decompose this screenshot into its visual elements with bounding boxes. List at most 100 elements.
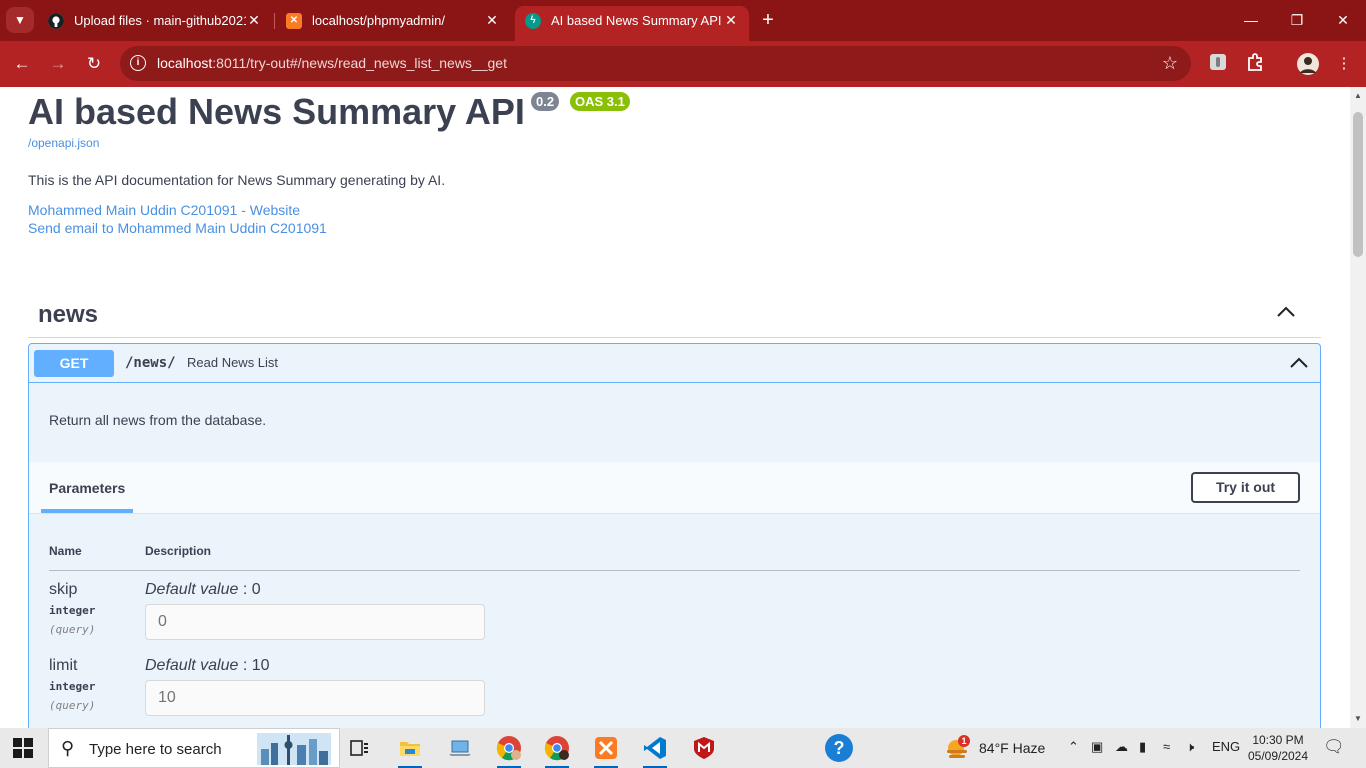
kebab-menu-icon[interactable]: ⋮	[1333, 53, 1355, 75]
tab-github[interactable]: Upload files · main-github2021/ ✕	[38, 6, 272, 35]
limit-input[interactable]	[145, 680, 485, 716]
param-name: skip	[49, 581, 78, 598]
chrome-profile-1-icon[interactable]	[489, 732, 529, 768]
search-icon: ⚲	[61, 738, 75, 758]
param-default: Default value : 10	[145, 657, 270, 674]
forward-arrow-icon[interactable]: →	[46, 52, 70, 76]
tab-title: Upload files · main-github2021/	[74, 13, 246, 28]
operation-description: Return all news from the database.	[49, 412, 267, 428]
bookmark-star-icon[interactable]: ☆	[1162, 53, 1178, 74]
browser-tab-strip: ▼ Upload files · main-github2021/ ✕ ✕ lo…	[0, 0, 1366, 41]
task-view-icon[interactable]	[340, 732, 380, 764]
chevron-down-icon: ▼	[14, 13, 26, 27]
clock-time: 10:30 PM	[1252, 733, 1304, 747]
try-it-out-button[interactable]: Try it out	[1191, 472, 1300, 503]
taskbar-search-box[interactable]: ⚲ Type here to search	[48, 728, 340, 768]
table-divider	[49, 570, 1300, 571]
address-bar[interactable]: i localhost:8011/try-out#/news/read_news…	[120, 46, 1191, 81]
param-type: integer	[49, 604, 96, 617]
param-location: (query)	[49, 699, 96, 712]
extensions-puzzle-icon[interactable]	[1244, 53, 1266, 75]
tab-separator	[274, 13, 275, 29]
restore-icon[interactable]: ❐	[1282, 8, 1312, 32]
new-tab-button[interactable]: +	[758, 8, 778, 32]
profile-avatar[interactable]	[1297, 53, 1319, 75]
version-badge: 0.2	[531, 92, 560, 111]
volume-muted-icon[interactable]: 🕨	[1186, 739, 1194, 755]
weather-haze-icon: 1	[947, 735, 970, 758]
city-skyline-icon	[257, 733, 331, 765]
scroll-up-arrow-icon[interactable]: ▲	[1350, 89, 1366, 103]
xampp-taskbar-icon[interactable]	[586, 732, 626, 768]
active-tab-underline	[41, 509, 133, 513]
laptop-app-icon[interactable]	[440, 732, 480, 764]
notifications-icon[interactable]: 🗨	[1323, 737, 1345, 757]
github-icon	[48, 12, 64, 29]
tab-title: AI based News Summary API - S	[551, 13, 723, 28]
reload-icon[interactable]: ↻	[82, 52, 106, 76]
parameters-header: Parameters Try it out	[29, 462, 1320, 514]
close-tab-icon[interactable]: ✕	[723, 12, 739, 29]
weather-badge: 1	[961, 736, 966, 746]
tab-phpmyadmin[interactable]: ✕ localhost/phpmyadmin/ ✕	[276, 6, 510, 35]
chevron-up-icon[interactable]	[1288, 352, 1310, 374]
param-location: (query)	[49, 623, 96, 636]
operation-summary-bar[interactable]: GET /news/ Read News List	[29, 344, 1320, 383]
param-default: Default value : 0	[145, 581, 261, 598]
close-tab-icon[interactable]: ✕	[484, 12, 500, 29]
tray-chevron-up-icon[interactable]: ⌃	[1068, 739, 1079, 755]
operation-summary: Read News List	[187, 355, 279, 370]
chrome-profile-2-icon[interactable]	[537, 732, 577, 768]
column-header-description: Description	[145, 544, 212, 558]
operation-path: /news/	[125, 355, 176, 371]
site-info-icon[interactable]: i	[130, 55, 146, 71]
http-method-badge: GET	[34, 350, 114, 377]
url-text[interactable]: localhost:8011/try-out#/news/read_news_l…	[157, 55, 507, 71]
tag-section-news[interactable]: news	[28, 291, 1321, 338]
svg-text:?: ?	[834, 738, 845, 758]
windows-start-icon[interactable]	[13, 738, 33, 758]
close-tab-icon[interactable]: ✕	[246, 12, 262, 29]
tab-title: localhost/phpmyadmin/	[312, 13, 445, 28]
close-window-icon[interactable]: ✕	[1328, 8, 1358, 32]
weather-text: 84°F Haze	[979, 740, 1046, 756]
column-header-name: Name	[49, 544, 82, 558]
weather-widget[interactable]: 1 84°F Haze	[944, 734, 1054, 762]
file-explorer-icon[interactable]	[390, 732, 430, 768]
taskbar-clock[interactable]: 10:30 PM 05/09/2024	[1246, 732, 1310, 764]
contact-email-link[interactable]: Send email to Mohammed Main Uddin C20109…	[28, 220, 327, 236]
help-icon[interactable]: ?	[819, 732, 859, 764]
search-placeholder: Type here to search	[89, 741, 222, 758]
page-scrollbar[interactable]: ▲ ▼	[1350, 87, 1366, 728]
chevron-up-icon[interactable]	[1275, 301, 1297, 323]
tab-swagger-active[interactable]: ϟ AI based News Summary API - S ✕	[515, 6, 749, 41]
param-type: integer	[49, 680, 96, 693]
clock-date: 05/09/2024	[1247, 749, 1309, 763]
tag-title: news	[38, 301, 99, 328]
skip-input[interactable]	[145, 604, 485, 640]
battery-icon[interactable]: ▮	[1139, 739, 1146, 755]
scrollbar-thumb[interactable]	[1353, 112, 1363, 257]
mcafee-icon[interactable]	[684, 732, 724, 764]
browser-toolbar: ← → ↻ i localhost:8011/try-out#/news/rea…	[0, 41, 1366, 87]
meet-now-icon[interactable]: ▣	[1091, 739, 1103, 755]
contact-website-link[interactable]: Mohammed Main Uddin C201091 - Website	[28, 202, 300, 218]
openapi-json-link[interactable]: /openapi.json	[28, 136, 99, 150]
param-name: limit	[49, 657, 78, 674]
extension-touch-icon[interactable]	[1207, 53, 1229, 75]
operation-get-news: GET /news/ Read News List Return all new…	[28, 343, 1321, 728]
scroll-down-arrow-icon[interactable]: ▼	[1350, 712, 1366, 726]
tab-search-button[interactable]: ▼	[6, 7, 34, 33]
cloud-sync-icon[interactable]: ☁	[1115, 739, 1128, 755]
language-indicator[interactable]: ENG	[1212, 739, 1240, 754]
api-description: This is the API documentation for News S…	[28, 172, 446, 188]
api-title: AI based News Summary API	[28, 91, 525, 132]
windows-taskbar: ⚲ Type here to search ? 1 84°F Haze ⌃ ▣ …	[0, 728, 1366, 768]
vscode-icon[interactable]	[635, 732, 675, 768]
tab-parameters[interactable]: Parameters	[49, 480, 125, 496]
back-arrow-icon[interactable]: ←	[10, 52, 34, 76]
wifi-icon[interactable]: ≈	[1163, 739, 1170, 754]
fastapi-icon: ϟ	[525, 12, 541, 29]
oas-badge: OAS 3.1	[570, 92, 630, 111]
minimize-icon[interactable]: —	[1236, 8, 1266, 32]
